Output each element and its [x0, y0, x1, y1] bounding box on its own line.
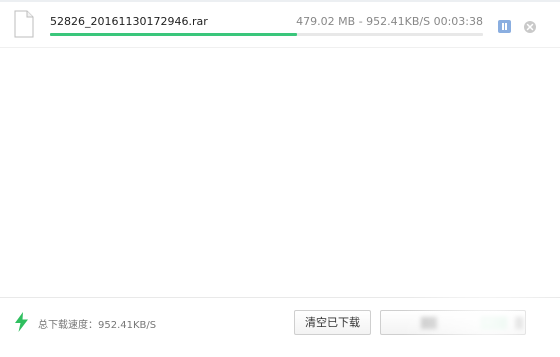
- open-folder-button[interactable]: [380, 310, 526, 335]
- total-speed-label: 总下载速度：952.41KB/S: [38, 320, 157, 331]
- progress-fill: [50, 33, 297, 36]
- footer-bar: 总下载速度：952.41KB/S 清空已下载: [0, 297, 560, 357]
- close-circle-icon[interactable]: [523, 20, 537, 34]
- download-manager-window: 52826_20161130172946.rar 479.02 MB - 952…: [0, 0, 560, 357]
- lightning-icon: [15, 312, 28, 332]
- download-stats: 479.02 MB - 952.41KB/S 00:03:38: [296, 15, 483, 28]
- document-icon: [14, 10, 34, 38]
- clear-downloaded-button[interactable]: 清空已下载: [294, 310, 371, 335]
- file-name[interactable]: 52826_20161130172946.rar: [50, 15, 208, 28]
- pause-icon: [502, 23, 504, 30]
- blurred-label: [421, 317, 437, 329]
- pause-button[interactable]: [498, 20, 511, 33]
- download-item[interactable]: 52826_20161130172946.rar 479.02 MB - 952…: [0, 2, 560, 48]
- progress-bar: [50, 33, 483, 36]
